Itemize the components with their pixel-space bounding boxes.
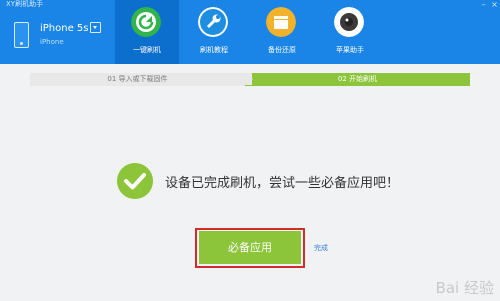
done-link[interactable]: 完成 xyxy=(314,243,328,253)
step-import-firmware: 01 导入或下载固件 xyxy=(107,75,168,83)
tab-label: 刷机教程 xyxy=(200,46,228,54)
tab-apple-helper[interactable]: 苹果助手 xyxy=(318,0,382,64)
progress-steps: 01 导入或下载固件 02 开始刷机 xyxy=(30,73,470,86)
phone-icon xyxy=(14,22,29,48)
tab-backup-restore[interactable]: 备份还原 xyxy=(250,0,314,64)
essential-apps-button[interactable]: 必备应用 xyxy=(199,231,301,264)
step-start-flash: 02 开始刷机 xyxy=(244,73,470,86)
minimize-icon[interactable]: – xyxy=(478,0,489,11)
device-name: iPhone 5s xyxy=(40,23,89,34)
tab-label: 苹果助手 xyxy=(336,46,364,54)
tab-label: 备份还原 xyxy=(268,46,296,54)
chevron-down-icon[interactable] xyxy=(90,22,101,33)
step-arrow xyxy=(245,73,253,85)
wrench-icon xyxy=(198,7,228,37)
tab-flash-tutorial[interactable]: 刷机教程 xyxy=(182,0,246,64)
close-icon[interactable]: × xyxy=(489,0,500,11)
tab-label: 一键刷机 xyxy=(133,46,161,54)
device-model: iPhone xyxy=(40,38,64,46)
window-controls: – × xyxy=(478,0,500,12)
title-bar: XY刷机助手 – × iPhone 5s iPhone 一键刷机 刷机教程 备份… xyxy=(0,0,500,64)
success-check-icon xyxy=(117,163,153,199)
camera-icon xyxy=(334,7,364,37)
device-selector[interactable]: iPhone 5s iPhone xyxy=(0,8,110,54)
completion-message: 设备已完成刷机，尝试一些必备应用吧！ xyxy=(165,176,400,191)
watermark: Bai 经验 xyxy=(435,279,494,297)
refresh-icon xyxy=(131,7,161,37)
tab-one-click-flash[interactable]: 一键刷机 xyxy=(115,0,179,64)
backup-icon xyxy=(266,7,296,37)
